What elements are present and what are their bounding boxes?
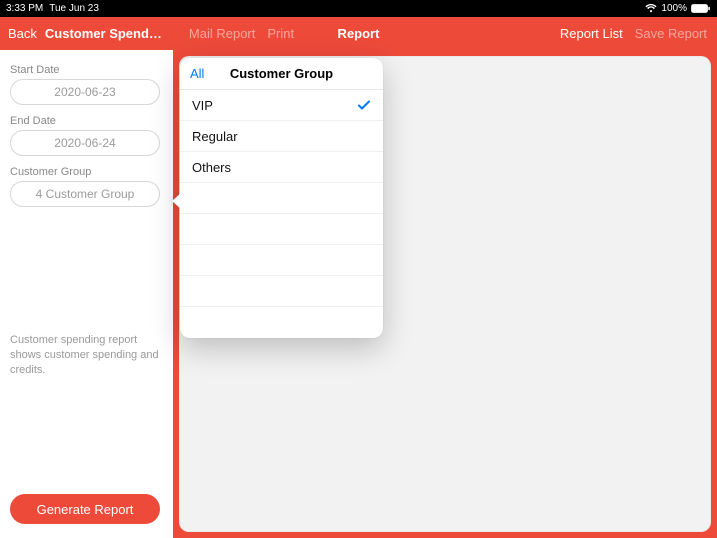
popover-option[interactable]: VIP [180, 90, 383, 121]
popover-option [180, 183, 383, 214]
customer-group-label: Customer Group [10, 166, 163, 178]
popover-option-label: Others [192, 160, 231, 175]
generate-report-button[interactable]: Generate Report [10, 494, 160, 524]
popover-option-label: VIP [192, 98, 213, 113]
customer-group-value: 4 Customer Group [36, 187, 135, 201]
sidebar: Start Date 2020-06-23 End Date 2020-06-2… [0, 50, 173, 538]
status-time: 3:33 PM [6, 3, 43, 14]
generate-report-label: Generate Report [37, 502, 134, 517]
end-date-value: 2020-06-24 [54, 136, 115, 150]
start-date-field[interactable]: 2020-06-23 [10, 79, 160, 105]
popover-option[interactable]: Regular [180, 121, 383, 152]
status-date: Tue Jun 23 [49, 3, 99, 14]
popover-option [180, 214, 383, 245]
back-button[interactable]: Back [8, 26, 37, 41]
check-icon [357, 98, 371, 112]
popover-all-button[interactable]: All [190, 66, 204, 81]
popover-option [180, 245, 383, 276]
end-date-field[interactable]: 2020-06-24 [10, 130, 160, 156]
mail-report-button: Mail Report [189, 26, 255, 41]
report-description: Customer spending report shows customer … [10, 333, 160, 378]
page-title: Customer Spending... [45, 26, 165, 41]
popover-option-label: Regular [192, 129, 238, 144]
report-list-button[interactable]: Report List [560, 26, 623, 41]
customer-group-field[interactable]: 4 Customer Group [10, 181, 160, 207]
status-battery-pct: 100% [661, 3, 687, 14]
battery-icon [691, 4, 711, 13]
header-bar: Back Customer Spending... Mail Report Pr… [0, 17, 717, 50]
status-bar: 3:33 PM Tue Jun 23 100% [0, 0, 717, 17]
start-date-value: 2020-06-23 [54, 85, 115, 99]
popover-arrow [172, 192, 182, 210]
popover-option[interactable]: Others [180, 152, 383, 183]
start-date-label: Start Date [10, 64, 163, 76]
content-title: Report [338, 17, 380, 50]
customer-group-popover: All Customer Group VIP Regular Others [180, 58, 383, 338]
print-button: Print [267, 26, 294, 41]
end-date-label: End Date [10, 115, 163, 127]
popover-option [180, 276, 383, 307]
save-report-button: Save Report [635, 26, 707, 41]
popover-list: VIP Regular Others [180, 90, 383, 307]
popover-title: Customer Group [230, 66, 333, 81]
wifi-icon [645, 4, 657, 13]
